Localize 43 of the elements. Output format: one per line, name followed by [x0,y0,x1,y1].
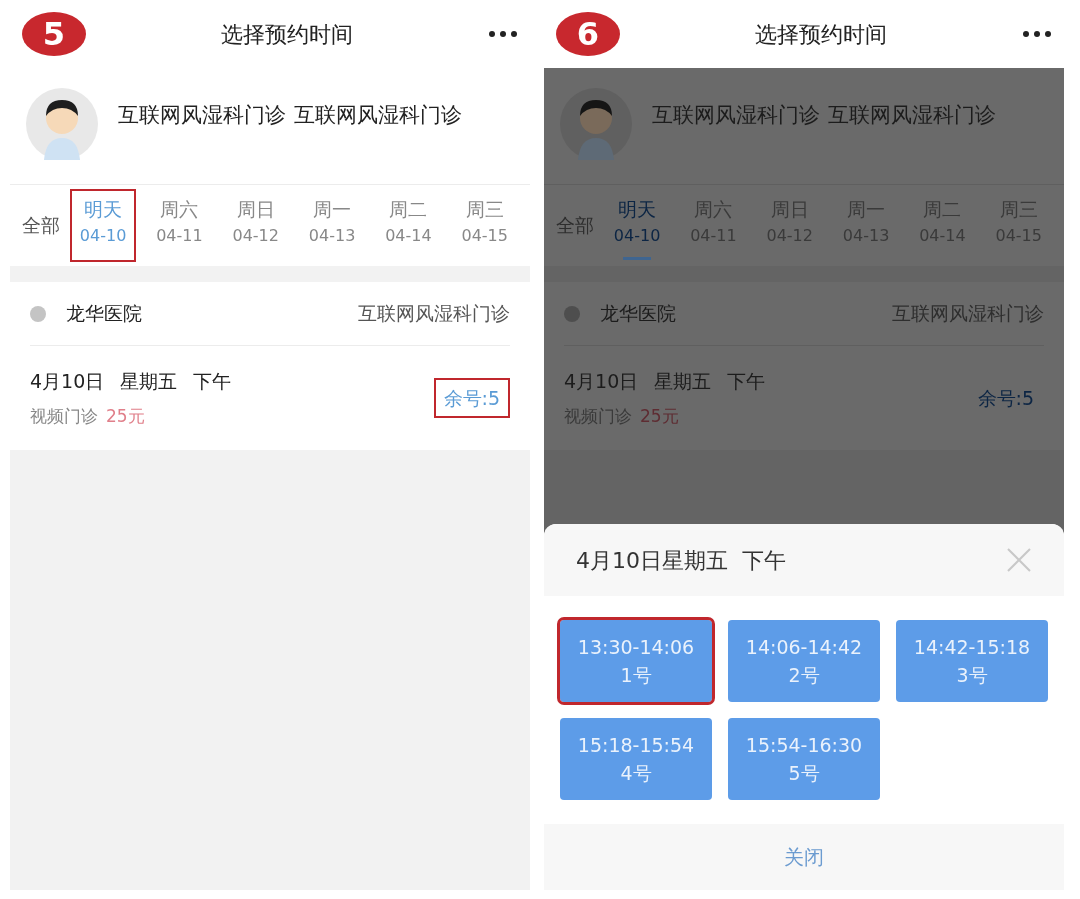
date-tab[interactable]: 周二 04-14 [375,189,442,262]
schedule-period: 下午 [727,369,766,394]
remaining-count[interactable]: 余号:5 [433,377,510,419]
avatar [560,88,632,160]
close-button[interactable]: 关闭 [544,824,1064,890]
page-title: 选择预约时间 [755,20,887,49]
clinic-name: 互联网风湿科门诊 [892,301,1044,327]
schedule-period: 下午 [193,369,232,394]
date-tab[interactable]: 周六 04-11 [146,189,213,262]
time-slot-button[interactable]: 13:30-14:06 1号 [560,620,712,702]
date-tab[interactable]: 周日 04-12 [222,189,289,262]
time-slot-button[interactable]: 14:06-14:42 2号 [728,620,880,702]
date-tab[interactable]: 明天 04-10 [69,189,137,262]
visit-price: 25元 [640,404,679,428]
visit-type: 视频门诊 [30,404,98,428]
doctor-name: 互联网风湿科门诊 [652,102,820,129]
more-icon[interactable] [488,30,518,38]
time-slot-button[interactable]: 15:54-16:30 5号 [728,718,880,800]
doctor-department: 互联网风湿科门诊 [828,102,996,129]
schedule-weekday: 星期五 [120,369,178,394]
date-tab[interactable]: 明天 04-10 [603,189,671,262]
time-slot-button[interactable]: 15:18-15:54 4号 [560,718,712,800]
sheet-title: 4月10日星期五 下午 [576,546,786,575]
all-dates-tab[interactable]: 全部 [556,211,594,240]
clinic-name: 互联网风湿科门诊 [358,301,510,327]
avatar [26,88,98,160]
schedule-date: 4月10日 [564,369,639,394]
hospital-name: 龙华医院 [600,301,676,327]
hospital-name: 龙华医院 [66,301,142,327]
time-slot-button[interactable]: 14:42-15:18 3号 [896,620,1048,702]
date-tab[interactable]: 周一 04-13 [298,189,366,262]
all-dates-tab[interactable]: 全部 [22,211,60,240]
remaining-count[interactable]: 余号:5 [967,377,1044,419]
schedule-weekday: 星期五 [654,369,712,394]
date-tab[interactable]: 周三 04-15 [451,189,518,262]
visit-price: 25元 [106,404,145,428]
page-title: 选择预约时间 [221,20,353,49]
step-badge: 5 [22,12,86,56]
doctor-name: 互联网风湿科门诊 [118,102,286,129]
doctor-department: 互联网风湿科门诊 [294,102,462,129]
schedule-date: 4月10日 [30,369,105,394]
more-icon[interactable] [1022,30,1052,38]
step-badge: 6 [556,12,620,56]
